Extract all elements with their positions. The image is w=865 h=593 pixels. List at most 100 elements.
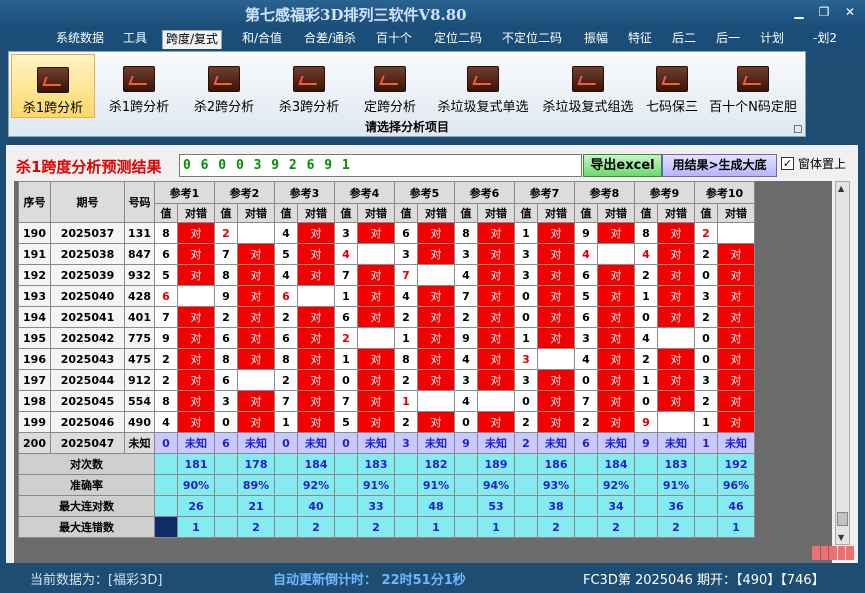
menu-item[interactable]: 工具 xyxy=(118,30,152,49)
table-row[interactable]: 191 2025038 847 6 对 7 对 5 对 4 3 对 3 对 3 对 4 4 对 2 对 xyxy=(18,243,755,265)
ref-value: 8 xyxy=(454,222,478,244)
scroll-thumb[interactable] xyxy=(837,512,848,526)
stats-spacer xyxy=(514,495,538,517)
hit-mark: 对 xyxy=(297,243,335,265)
menu-item[interactable]: 系统数据 xyxy=(52,30,108,49)
menu-extra[interactable]: -划2 xyxy=(810,30,840,49)
ribbon-button[interactable]: 杀3跨分析 xyxy=(269,54,349,118)
generate-base-button[interactable]: 用结果>生成大底 xyxy=(662,154,777,177)
chart-icon xyxy=(467,66,499,92)
header-check: 对错 xyxy=(417,203,455,223)
ribbon-button[interactable]: 杀1跨分析 xyxy=(99,54,179,118)
table-row[interactable]: 190 2025037 131 8 对 2 4 对 3 对 6 对 8 对 1 对 9 对 8 对 2 xyxy=(18,222,755,244)
hit-mark: 对 xyxy=(477,348,515,370)
stats-value: 183 xyxy=(357,453,395,475)
ribbon-button[interactable]: 杀1跨分析 xyxy=(11,54,95,118)
minimize-button[interactable]: ▁ xyxy=(790,5,808,19)
stats-spacer xyxy=(154,516,178,538)
ribbon-button[interactable]: 杀垃圾复式组选 xyxy=(538,54,638,118)
export-excel-button[interactable]: 导出excel xyxy=(583,154,662,177)
row-code: 490 xyxy=(124,411,155,433)
menu-item[interactable]: 不定位二码 xyxy=(498,30,566,49)
ribbon-expand-icon[interactable] xyxy=(794,125,802,133)
table-row[interactable]: 195 2025042 775 9 对 6 对 6 对 2 1 对 9 对 1 对 3 对 4 0 对 xyxy=(18,327,755,349)
menu-item[interactable]: 合差/通杀 xyxy=(300,30,360,49)
menu-item[interactable]: 和/合值 xyxy=(238,30,286,49)
ref-value: 4 xyxy=(454,348,478,370)
stats-value: 2 xyxy=(657,516,695,538)
menu-item[interactable]: 计划 xyxy=(754,30,790,49)
ref-value: 6 xyxy=(574,306,598,328)
result-label: 杀1跨度分析预测结果 xyxy=(16,158,162,176)
predicted-value: 9 xyxy=(634,432,658,454)
ref-value: 7 xyxy=(214,243,238,265)
table-row[interactable]: 196 2025043 475 2 对 8 对 8 对 1 对 8 对 4 对 3 4 对 2 对 0 对 xyxy=(18,348,755,370)
hit-mark: 对 xyxy=(657,390,695,412)
hit-mark: 对 xyxy=(297,348,335,370)
stats-spacer xyxy=(634,516,658,538)
hit-mark: 对 xyxy=(477,369,515,391)
hit-mark: 对 xyxy=(717,306,755,328)
table-row[interactable]: 194 2025041 401 7 对 2 对 2 对 6 对 2 对 2 对 0 对 6 对 0 对 2 对 xyxy=(18,306,755,328)
hit-mark: 对 xyxy=(177,348,215,370)
hit-mark: 对 xyxy=(657,222,695,244)
table-row[interactable]: 199 2025046 490 4 对 0 对 1 对 5 对 2 对 0 对 2 对 2 对 9 1 对 xyxy=(18,411,755,433)
close-icon[interactable]: ✕ xyxy=(841,5,859,19)
ref-value: 0 xyxy=(334,369,358,391)
stats-value: 93% xyxy=(537,474,575,496)
ref-value: 2 xyxy=(214,222,238,244)
vertical-scrollbar[interactable]: ▲ ▼ xyxy=(835,181,850,545)
menu-item[interactable]: 定位二码 xyxy=(428,30,488,49)
menu-item[interactable]: 振幅 xyxy=(578,30,614,49)
ref-value: 4 xyxy=(334,243,358,265)
ref-value: 9 xyxy=(634,411,658,433)
ref-value: 4 xyxy=(454,264,478,286)
table-row[interactable]: 193 2025040 428 6 9 对 6 1 对 4 对 7 对 0 对 5 对 1 对 3 对 xyxy=(18,285,755,307)
stats-value: 40 xyxy=(297,495,335,517)
data-table-container: 序号 期号 号码 参考1 参考2 参考3 参考4 参考5 参考6 参考7 参考8 参考9 参考10 值对错… xyxy=(14,181,832,563)
table-row[interactable]: 192 2025039 932 5 对 8 对 4 对 7 对 7 4 对 3 对 6 对 2 对 0 对 xyxy=(18,264,755,286)
scroll-down-icon[interactable]: ▼ xyxy=(838,533,844,542)
ontop-checkbox[interactable]: ✓ xyxy=(781,157,794,170)
hit-mark: 对 xyxy=(597,369,635,391)
chart-icon xyxy=(656,66,688,92)
hit-mark: 对 xyxy=(417,327,455,349)
ribbon-button[interactable]: 杀2跨分析 xyxy=(184,54,264,118)
unknown-check: 未知 xyxy=(297,432,335,454)
result-field[interactable]: 0 6 0 0 3 9 2 6 9 1 xyxy=(179,154,582,177)
hit-mark: 对 xyxy=(477,327,515,349)
menu-item[interactable]: 后二 xyxy=(666,30,702,49)
hit-mark: 对 xyxy=(537,306,575,328)
maximize-button[interactable]: ❐ xyxy=(815,5,833,19)
ref-value: 2 xyxy=(274,306,298,328)
menu-item[interactable]: 后一 xyxy=(710,30,746,49)
table-row[interactable]: 197 2025044 912 2 对 6 2 对 0 对 2 对 3 对 3 对 0 对 1 对 3 对 xyxy=(18,369,755,391)
stats-value: 1 xyxy=(417,516,455,538)
row-period: 2025044 xyxy=(50,369,125,391)
menu-item[interactable]: 特征 xyxy=(622,30,658,49)
menu-item[interactable]: 跨度/复式 xyxy=(162,30,222,49)
ref-value: 6 xyxy=(154,285,178,307)
hit-mark: 对 xyxy=(297,327,335,349)
row-seq: 199 xyxy=(18,411,51,433)
ribbon-button[interactable]: 杀垃圾复式单选 xyxy=(431,54,535,118)
ref-value: 6 xyxy=(274,327,298,349)
ribbon-button[interactable]: 定跨分析 xyxy=(355,54,425,118)
table-row[interactable]: 198 2025045 554 8 对 3 对 7 对 7 对 1 4 0 对 7 对 0 对 2 对 xyxy=(18,390,755,412)
hit-mark: 对 xyxy=(177,411,215,433)
ref-value: 9 xyxy=(454,327,478,349)
hit-mark: 对 xyxy=(357,222,395,244)
miss-cell xyxy=(297,285,335,307)
ref-value: 5 xyxy=(574,285,598,307)
prediction-row[interactable]: 200 2025047 未知 0 未知 6 未知 0 未知 0 未知 3 未知 9 未知 2 未知 6 未知 9 未知 1… xyxy=(18,432,755,454)
stats-value: 96% xyxy=(717,474,755,496)
stats-spacer xyxy=(694,474,718,496)
scroll-up-icon[interactable]: ▲ xyxy=(838,184,844,193)
ontop-label: 窗体置上 xyxy=(798,157,847,171)
stats-spacer xyxy=(394,474,418,496)
menu-item[interactable]: 百十个 xyxy=(372,30,416,49)
ref-value: 8 xyxy=(394,348,418,370)
unknown-check: 未知 xyxy=(357,432,395,454)
ribbon-button[interactable]: 七码保三 xyxy=(640,54,704,118)
ribbon-button[interactable]: 百十个N码定胆 xyxy=(707,54,799,118)
